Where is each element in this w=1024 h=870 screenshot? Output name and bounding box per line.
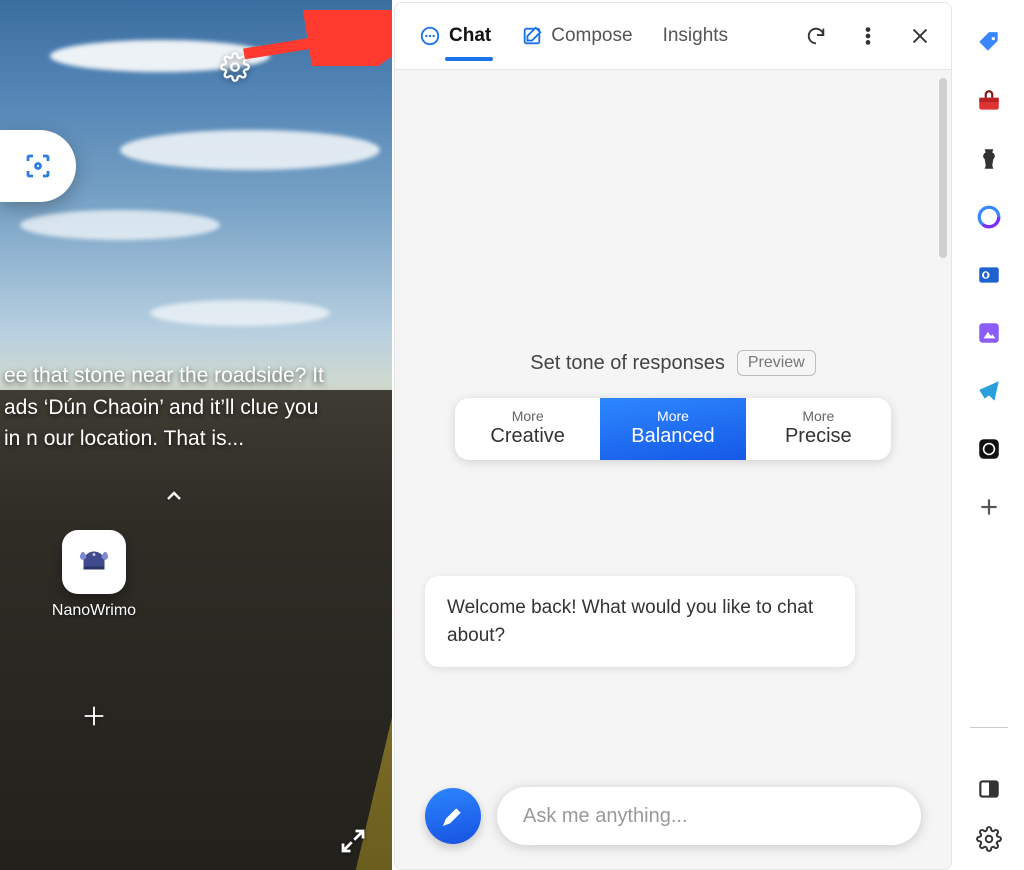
chat-input-container[interactable]	[497, 787, 921, 845]
composer-row	[425, 785, 921, 847]
split-screen-icon	[976, 776, 1002, 802]
toolbox-icon	[976, 88, 1002, 114]
chevron-up-icon	[162, 484, 186, 508]
tab-chat-label: Chat	[449, 25, 491, 47]
plus-icon	[80, 702, 108, 730]
sidebar-image-creator[interactable]	[974, 318, 1004, 348]
gear-icon	[220, 52, 250, 82]
tab-insights-label: Insights	[663, 25, 728, 47]
chess-icon	[976, 146, 1002, 172]
paint-icon	[976, 320, 1002, 346]
nanowrimo-label: NanoWrimo	[34, 602, 154, 620]
sidebar-toolbox[interactable]	[974, 86, 1004, 116]
new-topic-button[interactable]	[425, 788, 481, 844]
sidebar-games[interactable]	[974, 144, 1004, 174]
vertical-dots-icon	[857, 25, 879, 47]
sidebar-price-tag[interactable]	[974, 28, 1004, 58]
panel-body: Set tone of responses Preview More Creat…	[394, 70, 952, 870]
tone-creative-button[interactable]: More Creative	[455, 398, 600, 460]
tone-precise-button[interactable]: More Precise	[746, 398, 891, 460]
scan-icon	[23, 151, 53, 181]
welcome-message: Welcome back! What would you like to cha…	[425, 576, 855, 667]
tone-selector: Set tone of responses Preview More Creat…	[395, 350, 951, 460]
close-icon	[909, 25, 931, 47]
expand-icon	[338, 826, 368, 856]
tab-chat[interactable]: Chat	[413, 17, 497, 55]
broom-icon	[440, 803, 466, 829]
refresh-button[interactable]	[799, 19, 833, 53]
panel-header: Chat Compose Insights	[394, 2, 952, 70]
price-tag-icon	[976, 30, 1002, 56]
copilot-icon	[976, 204, 1002, 230]
chat-icon	[419, 25, 441, 47]
gear-icon	[976, 826, 1002, 852]
caption-collapse-button[interactable]	[162, 484, 186, 513]
edge-right-sidebar	[954, 0, 1024, 870]
tab-compose-label: Compose	[551, 25, 632, 47]
sidebar-add-button[interactable]	[974, 492, 1004, 522]
expand-fullscreen-button[interactable]	[338, 826, 368, 861]
sidebar-split-screen[interactable]	[974, 774, 1004, 804]
wallpaper-settings-button[interactable]	[220, 52, 250, 87]
sidebar-copilot[interactable]	[974, 202, 1004, 232]
tone-balanced-button[interactable]: More Balanced	[600, 398, 745, 460]
nanowrimo-tile[interactable]	[62, 530, 126, 594]
sidebar-telegram[interactable]	[974, 376, 1004, 406]
refresh-icon	[805, 25, 827, 47]
discover-sidebar-panel: Chat Compose Insights Set tone of respon…	[392, 0, 954, 870]
close-panel-button[interactable]	[903, 19, 937, 53]
viking-helmet-icon	[76, 544, 112, 580]
plus-icon	[976, 494, 1002, 520]
compose-icon	[521, 25, 543, 47]
outlook-icon	[976, 262, 1002, 288]
sidebar-settings[interactable]	[974, 824, 1004, 854]
panel-scrollbar[interactable]	[939, 78, 947, 258]
chat-input[interactable]	[523, 805, 895, 828]
more-menu-button[interactable]	[851, 19, 885, 53]
sidebar-divider	[970, 727, 1008, 728]
add-widget-button[interactable]	[80, 702, 108, 735]
tone-title: Set tone of responses	[530, 352, 725, 375]
tab-insights[interactable]: Insights	[657, 17, 734, 55]
preview-badge: Preview	[737, 350, 816, 376]
openai-icon	[976, 436, 1002, 462]
tab-compose[interactable]: Compose	[515, 17, 638, 55]
visual-search-button[interactable]	[0, 130, 76, 202]
wallpaper-caption[interactable]: ee that stone near the roadside? It ads …	[0, 360, 340, 455]
sidebar-openai[interactable]	[974, 434, 1004, 464]
sidebar-outlook[interactable]	[974, 260, 1004, 290]
telegram-icon	[976, 378, 1002, 404]
